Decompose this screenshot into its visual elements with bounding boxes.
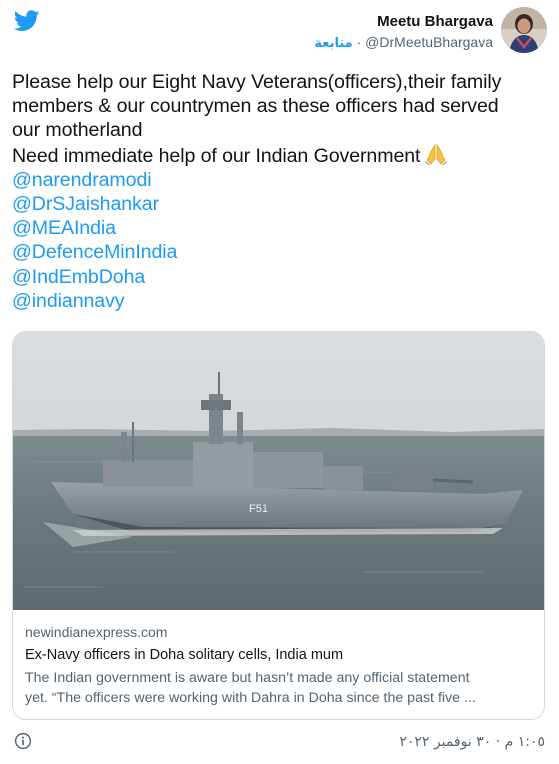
twitter-bird-icon[interactable] [14,10,40,32]
author-display-name[interactable]: Meetu Bhargava [314,13,493,31]
mention-link[interactable]: @IndEmbDoha [12,265,547,289]
hull-number: F51 [249,503,268,515]
navy-frigate-photo[interactable]: F51 [13,332,544,610]
mention-link[interactable]: @indiannavy [12,289,547,313]
author-meta-line: متابعة · @DrMeetuBhargava [314,33,493,53]
card-meta: newindianexpress.com Ex-Navy officers in… [25,622,532,708]
mention-link[interactable]: @narendramodi [12,168,547,192]
folded-hands-icon [425,143,448,165]
link-preview-card[interactable]: F51 newindianexpress.com Ex-Navy officer… [12,331,545,720]
tweet-timestamp[interactable]: ١:٠٥ م · ٣٠ نوفمبر ٢٠٢٢ [399,733,545,751]
follow-link[interactable]: متابعة [314,36,352,51]
tweet-text-line: Need immediate help of our Indian Govern… [12,144,421,167]
profile-avatar[interactable] [501,7,547,53]
mention-link[interactable]: @DefenceMinIndia [12,240,547,264]
tweet-embed: Meetu Bhargava متابعة · @DrMeetuBhargava… [0,0,559,764]
tweet-text-line: members & our countrymen as these office… [12,95,499,118]
card-description-line: yet. “The officers were working with Dah… [25,690,476,706]
card-description: The Indian government is aware but hasn’… [25,668,532,708]
card-domain: newindianexpress.com [25,624,168,640]
tweet-text: Please help our Eight Navy Veterans(offi… [12,70,547,313]
info-circle-icon[interactable] [14,732,32,750]
mention-link[interactable]: @DrSJaishankar [12,192,547,216]
tweet-text-line-with-emoji: Need immediate help of our Indian Govern… [12,143,547,168]
mention-link[interactable]: @MEAIndia [12,216,547,240]
tweet-text-line: our motherland [12,119,143,142]
author-handle[interactable]: @DrMeetuBhargava [365,34,493,50]
tweet-text-line: Please help our Eight Navy Veterans(offi… [12,71,502,93]
author-block: Meetu Bhargava متابعة · @DrMeetuBhargava [314,13,493,53]
meta-separator: · [356,34,362,50]
card-description-line: The Indian government is aware but hasn’… [25,670,470,686]
card-title[interactable]: Ex-Navy officers in Doha solitary cells,… [25,644,532,666]
